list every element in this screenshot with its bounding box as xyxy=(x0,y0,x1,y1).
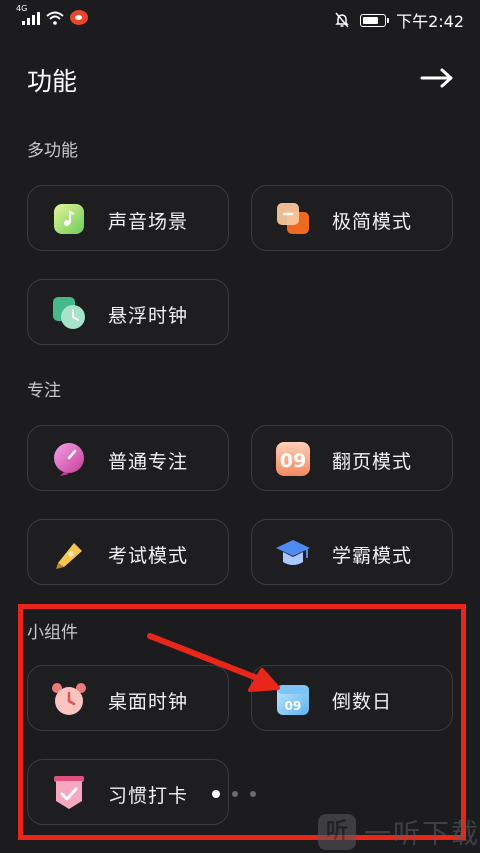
watermark-text: 一听下载 xyxy=(364,819,480,850)
minimal-mode-icon xyxy=(277,203,309,234)
exam-mode-pen-icon xyxy=(56,543,82,569)
feature-label: 声音场景 xyxy=(108,211,189,233)
bell-off-icon xyxy=(335,12,349,28)
feature-card-exam-mode[interactable]: 考试模式 xyxy=(27,519,229,585)
feature-label: 学霸模式 xyxy=(332,545,413,567)
flip-page-icon: 09 xyxy=(276,442,310,476)
wifi-icon xyxy=(46,11,64,25)
feature-card-top-student[interactable]: 学霸模式 xyxy=(251,519,453,585)
watermark-logo: 听 xyxy=(318,813,356,850)
signal-strength-icon xyxy=(22,11,40,25)
arrow-right-icon[interactable] xyxy=(418,64,456,92)
feature-label: 极简模式 xyxy=(332,211,413,233)
feature-card-flip-page[interactable]: 09 翻页模式 xyxy=(251,425,453,491)
feature-card-floating-clock[interactable]: 悬浮时钟 xyxy=(27,279,229,345)
network-type-label: 4G xyxy=(16,4,28,13)
feature-card-sound-scene[interactable]: 声音场景 xyxy=(27,185,229,251)
battery-icon xyxy=(360,13,390,27)
section-title-multifunction: 多功能 xyxy=(27,141,78,161)
feature-card-normal-focus[interactable]: 普通专注 xyxy=(27,425,229,491)
floating-clock-icon xyxy=(53,297,85,329)
feature-card-minimal-mode[interactable]: 极简模式 xyxy=(251,185,453,251)
status-time: 下午2:42 xyxy=(396,12,464,31)
battery-level xyxy=(363,16,379,24)
graduation-cap-icon xyxy=(276,540,310,565)
page-title: 功能 xyxy=(27,67,78,96)
feature-label: 考试模式 xyxy=(108,545,189,567)
feature-label: 普通专注 xyxy=(108,451,189,473)
watermark: 听 一听下载 xyxy=(318,812,480,851)
feature-label: 悬浮时钟 xyxy=(108,305,189,327)
flip-page-icon-text: 09 xyxy=(280,450,306,472)
status-bar: 4G 下午2:42 xyxy=(0,0,480,34)
annotation-highlight-box xyxy=(18,604,466,840)
feature-label: 翻页模式 xyxy=(332,451,413,473)
status-left: 4G xyxy=(16,4,88,25)
weibo-app-icon xyxy=(70,10,88,25)
sound-scene-icon xyxy=(54,204,84,234)
section-title-focus: 专注 xyxy=(27,381,61,401)
status-right: 下午2:42 xyxy=(334,8,464,32)
normal-focus-icon xyxy=(54,443,84,476)
